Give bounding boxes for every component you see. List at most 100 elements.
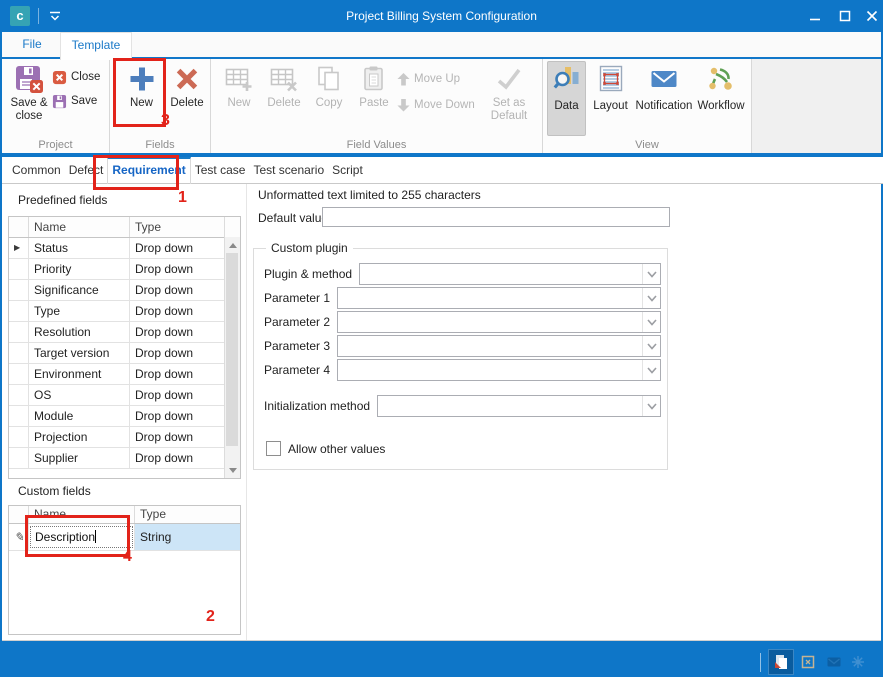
scrollbar-thumb[interactable] (226, 253, 238, 446)
chevron-down-icon (647, 403, 657, 410)
cell-type: Drop down (130, 406, 224, 426)
data-view-icon (553, 65, 581, 93)
combo-field-row: Parameter 3 (264, 336, 661, 356)
default-value-input[interactable] (322, 207, 670, 227)
type-cell-selected[interactable]: String (135, 524, 240, 550)
table-row[interactable]: Target version Drop down (9, 343, 240, 364)
view-group-label: View (543, 139, 751, 151)
table-row[interactable]: Type Drop down (9, 301, 240, 322)
table-row[interactable]: Environment Drop down (9, 364, 240, 385)
close-project-button[interactable]: Close (52, 67, 100, 87)
combobox-dropdown-button[interactable] (642, 288, 660, 308)
combo-field-row: Parameter 1 (264, 288, 661, 308)
paste-icon (352, 61, 396, 97)
cell-name: Module (29, 406, 130, 426)
move-up-button[interactable]: Move Up (397, 69, 460, 89)
annotation-box-description-cell (25, 515, 130, 557)
delete-field-x-icon (166, 61, 208, 97)
table-row[interactable]: OS Drop down (9, 385, 240, 406)
combobox-dropdown-button[interactable] (642, 360, 660, 380)
combobox[interactable] (337, 311, 661, 333)
statusbar-layout-view-button[interactable] (796, 650, 820, 674)
table-scrollbar[interactable] (224, 237, 240, 478)
annotation-number-4: 4 (123, 548, 132, 566)
move-down-button[interactable]: Move Down (397, 95, 475, 115)
scroll-down-icon[interactable] (225, 462, 240, 478)
tab-script[interactable]: Script (328, 157, 367, 183)
cell-name: Priority (29, 259, 130, 279)
cell-type: Drop down (130, 301, 224, 321)
ribbon-tab-template[interactable]: Template (60, 32, 132, 60)
combobox-dropdown-button[interactable] (642, 396, 660, 416)
row-indicator (9, 385, 29, 405)
tab-common[interactable]: Common (8, 157, 65, 183)
table-row[interactable]: Supplier Drop down (9, 448, 240, 469)
close-window-button[interactable] (859, 0, 883, 32)
table-row[interactable]: Resolution Drop down (9, 322, 240, 343)
view-data-button[interactable]: Data (547, 61, 586, 136)
row-indicator: ▶ (9, 238, 29, 258)
set-as-default-button[interactable]: Set as Default (483, 61, 535, 123)
combobox-dropdown-button[interactable] (642, 312, 660, 332)
cell-name: Status (29, 238, 130, 258)
table-row[interactable]: ▶ Status Drop down (9, 238, 240, 259)
combobox[interactable] (337, 287, 661, 309)
ribbon-tab-file[interactable]: File (10, 32, 54, 57)
new-value-button[interactable]: New (217, 61, 261, 110)
statusbar-data-view-button[interactable] (768, 649, 794, 675)
view-workflow-button[interactable]: Workflow (695, 61, 747, 135)
predefined-col-type[interactable]: Type (130, 217, 225, 237)
predefined-col-name[interactable]: Name (29, 217, 130, 237)
data-view-icon (773, 654, 790, 671)
cell-name: Target version (29, 343, 130, 363)
save-button[interactable]: Save (52, 91, 97, 111)
tab-test-scenario[interactable]: Test scenario (249, 157, 328, 183)
ribbon-group-project: Save & close Close Save Project (2, 59, 110, 153)
save-close-icon (6, 61, 52, 97)
combobox[interactable] (377, 395, 661, 417)
view-layout-button[interactable]: Layout (588, 61, 633, 135)
annotation-number-3: 3 (161, 112, 170, 130)
combobox[interactable] (359, 263, 661, 285)
delete-value-label: Delete (262, 97, 306, 110)
table-row[interactable]: Projection Drop down (9, 427, 240, 448)
cell-type: Drop down (130, 385, 224, 405)
table-row[interactable]: Module Drop down (9, 406, 240, 427)
minimize-button[interactable] (802, 0, 828, 32)
scroll-up-icon[interactable] (225, 237, 240, 253)
maximize-button[interactable] (832, 0, 858, 32)
table-row[interactable]: Priority Drop down (9, 259, 240, 280)
app-window: c Project Billing System Configuration F… (0, 0, 883, 677)
combobox-dropdown-button[interactable] (642, 264, 660, 284)
table-row[interactable]: Significance Drop down (9, 280, 240, 301)
main-content: Predefined fields Name Type ▶ Status Dro… (2, 184, 881, 641)
minimize-icon (809, 10, 821, 22)
delete-value-button[interactable]: Delete (262, 61, 306, 110)
row-indicator (9, 259, 29, 279)
save-and-close-button[interactable]: Save & close (6, 61, 52, 123)
header-indicator-cell (9, 217, 29, 237)
custom-col-type[interactable]: Type (135, 506, 240, 523)
new-value-label: New (217, 97, 261, 110)
notification-envelope-icon (650, 65, 678, 93)
statusbar-workflow-view-button[interactable] (846, 650, 870, 674)
view-notification-button[interactable]: Notification (635, 61, 693, 135)
set-as-default-check-icon (483, 61, 535, 97)
chevron-down-icon (647, 319, 657, 326)
maximize-icon (839, 10, 851, 22)
allow-other-values-checkbox[interactable] (266, 441, 281, 456)
combobox-dropdown-button[interactable] (642, 336, 660, 356)
move-up-arrow-icon (397, 73, 410, 86)
save-icon (52, 94, 67, 109)
statusbar-notification-view-button[interactable] (822, 650, 846, 674)
cell-type: Drop down (130, 259, 224, 279)
row-indicator (9, 343, 29, 363)
set-as-default-label: Set as Default (483, 97, 535, 123)
copy-button[interactable]: Copy (307, 61, 351, 110)
paste-button[interactable]: Paste (352, 61, 396, 110)
combobox[interactable] (337, 359, 661, 381)
tab-test-case[interactable]: Test case (191, 157, 250, 183)
field-label: Parameter 4 (264, 363, 330, 377)
combobox[interactable] (337, 335, 661, 357)
delete-field-button[interactable]: Delete (166, 61, 208, 110)
